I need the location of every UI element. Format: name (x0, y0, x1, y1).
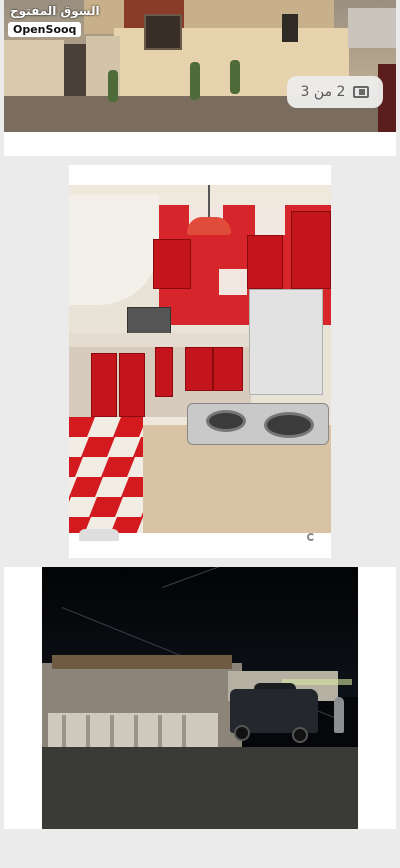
brand-arabic-name: السوق المفتوح (10, 4, 100, 18)
card-tab (79, 529, 119, 541)
refrigerator (249, 289, 323, 395)
fence-bar (86, 715, 90, 751)
microwave (127, 307, 171, 335)
plant (230, 60, 240, 94)
fence-bar (182, 715, 186, 751)
white-tile (255, 205, 285, 235)
white-tile (219, 269, 247, 295)
lower-cabinet (119, 353, 145, 417)
plant (108, 70, 118, 102)
photo-card-3[interactable] (4, 567, 396, 829)
neighbor-house (348, 8, 396, 48)
truck-wheel (234, 725, 250, 741)
house-exterior-photo[interactable]: السوق المفتوح OpenSooq 2 من 3 (4, 0, 396, 132)
fence-bar (62, 715, 66, 751)
house-door (144, 14, 182, 50)
kitchen-arch (69, 195, 159, 305)
upper-cabinet (291, 211, 331, 289)
fence-bar (134, 715, 138, 751)
brand-logo: السوق المفتوح OpenSooq (6, 2, 104, 37)
image-counter-text: 2 من 3 (300, 84, 346, 100)
lamp-cord (208, 185, 210, 219)
porch-roof (52, 655, 232, 669)
photo-card-2[interactable] (69, 165, 331, 558)
brand-latin-name: OpenSooq (8, 22, 82, 37)
photo-card-1[interactable]: السوق المفتوح OpenSooq 2 من 3 (4, 0, 396, 156)
fence-bar (110, 715, 114, 751)
image-counter[interactable]: 2 من 3 (287, 76, 383, 108)
lower-cabinet (155, 347, 173, 397)
refresh-icon[interactable] (305, 529, 321, 541)
lower-cabinet (185, 347, 213, 391)
house-window (282, 14, 298, 42)
upper-cabinet (247, 235, 283, 289)
burner (206, 410, 246, 432)
kitchen-counter (69, 333, 251, 347)
gallery-icon (353, 86, 370, 98)
plant (190, 62, 200, 100)
lower-cabinet (91, 353, 117, 417)
upper-cabinet (153, 239, 191, 289)
lower-cabinet (213, 347, 243, 391)
electric-hot-plate (187, 403, 329, 445)
burner (264, 412, 314, 438)
person (334, 697, 344, 733)
house-gate (64, 44, 86, 98)
fence-bar (158, 715, 162, 751)
road (42, 747, 358, 829)
truck-wheel (292, 727, 308, 743)
pendant-lamp (187, 217, 231, 235)
kitchen-photo[interactable] (69, 185, 331, 533)
night-exterior-photo[interactable] (42, 567, 358, 829)
